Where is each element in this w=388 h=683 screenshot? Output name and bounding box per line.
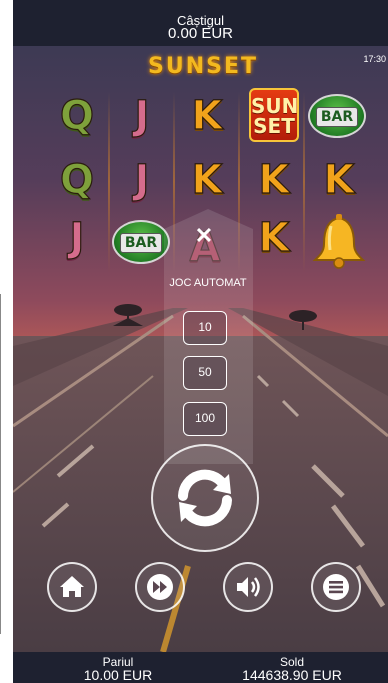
menu-button[interactable] — [311, 562, 361, 612]
reel-divider — [108, 92, 110, 272]
symbol-k: K — [258, 156, 290, 203]
left-edge-divider — [0, 294, 1, 634]
bell-symbol-icon — [312, 214, 366, 269]
symbol-q: Q — [59, 156, 94, 203]
home-button[interactable] — [47, 562, 97, 612]
footer-bar: Pariul 10.00 EUR Sold 144638.90 EUR — [13, 652, 388, 683]
autoplay-title: JOC AUTOMAT — [169, 277, 247, 289]
win-header: Câștigul 0.00 EUR — [13, 0, 388, 46]
symbol-j: J — [69, 214, 85, 261]
bar-label: BAR — [120, 233, 162, 253]
sunset-logo: SUNSET — [147, 54, 258, 79]
win-value: 0.00 EUR — [167, 25, 234, 42]
refresh-icon — [178, 469, 232, 527]
sound-icon — [237, 577, 260, 597]
balance-info: Sold 144638.90 EUR — [217, 656, 367, 683]
symbol-k: K — [191, 92, 223, 139]
symbol-sunset: SUN SET — [249, 88, 299, 142]
symbol-j: J — [134, 92, 150, 139]
menu-icon — [323, 574, 349, 600]
sunset-tile-line1: SUN — [251, 94, 299, 118]
sound-button[interactable] — [223, 562, 273, 612]
home-icon — [60, 576, 84, 597]
symbol-j: J — [134, 156, 150, 203]
symbol-k: K — [323, 156, 355, 203]
fast-forward-button[interactable] — [135, 562, 185, 612]
close-icon[interactable]: ✕ — [194, 225, 214, 247]
spin-button[interactable] — [151, 444, 259, 552]
bar-label: BAR — [316, 107, 358, 127]
symbol-bar: BAR — [308, 94, 366, 138]
game-frame: Câștigul 0.00 EUR 17:30 SUNSET Q J K SUN… — [13, 0, 388, 683]
sunset-tile-line2: SET — [253, 114, 295, 138]
symbol-bar: BAR — [112, 220, 170, 264]
bet-value: 10.00 EUR — [83, 667, 153, 683]
fast-forward-icon — [147, 574, 173, 600]
clock-time: 17:30 — [363, 54, 386, 64]
symbol-q: Q — [59, 92, 94, 139]
bet-info: Pariul 10.00 EUR — [43, 656, 193, 683]
autoplay-option-100[interactable]: 100 — [183, 402, 227, 436]
symbol-k: K — [258, 214, 290, 261]
balance-value: 144638.90 EUR — [242, 667, 342, 683]
autoplay-option-10[interactable]: 10 — [183, 311, 227, 345]
autoplay-option-50[interactable]: 50 — [183, 356, 227, 390]
symbol-k: K — [191, 156, 223, 203]
